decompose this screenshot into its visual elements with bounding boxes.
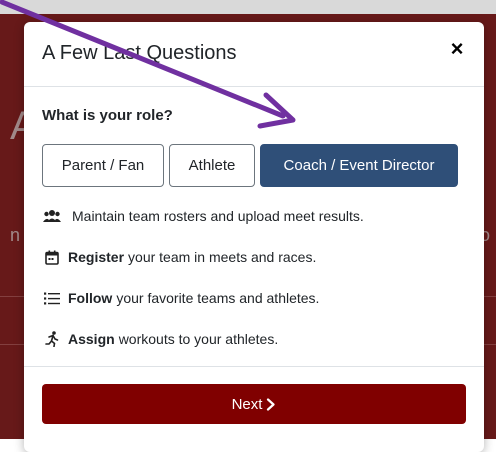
role-button-athlete[interactable]: Athlete xyxy=(169,144,255,187)
next-button[interactable]: Next xyxy=(42,384,466,424)
users-icon xyxy=(42,208,62,224)
calendar-icon xyxy=(42,249,62,265)
close-icon: × xyxy=(450,36,464,61)
modal-footer-divider xyxy=(24,366,484,367)
feature-item: Maintain team rosters and upload meet re… xyxy=(42,206,364,226)
role-button-label: Coach / Event Director xyxy=(283,157,435,174)
feature-text: workouts to your athletes. xyxy=(118,331,279,347)
role-modal: A Few Last Questions × What is your role… xyxy=(24,22,484,452)
role-button-coach-event-director[interactable]: Coach / Event Director xyxy=(260,144,458,187)
feature-item: Assign workouts to your athletes. xyxy=(42,329,278,349)
feature-text: Maintain team rosters and upload meet re… xyxy=(72,208,364,224)
chevron-right-icon xyxy=(266,397,276,411)
feature-text: your team in meets and races. xyxy=(128,249,317,265)
feature-item: Follow your favorite teams and athletes. xyxy=(42,288,319,308)
feature-item: Register your team in meets and races. xyxy=(42,247,316,267)
feature-bold-text: Assign xyxy=(68,331,115,347)
next-button-label: Next xyxy=(231,395,263,413)
role-button-label: Athlete xyxy=(188,157,236,174)
close-button[interactable]: × xyxy=(444,36,470,62)
role-question: What is your role? xyxy=(42,107,173,124)
role-button-label: Parent / Fan xyxy=(61,157,145,174)
runner-icon xyxy=(42,331,62,347)
modal-header: A Few Last Questions × xyxy=(24,22,484,87)
feature-text: your favorite teams and athletes. xyxy=(116,290,320,306)
feature-bold-text: Follow xyxy=(68,290,113,306)
list-icon xyxy=(42,290,62,306)
feature-bold-text: Register xyxy=(68,249,125,265)
modal-title: A Few Last Questions xyxy=(42,42,237,64)
role-button-parent-fan[interactable]: Parent / Fan xyxy=(42,144,164,187)
